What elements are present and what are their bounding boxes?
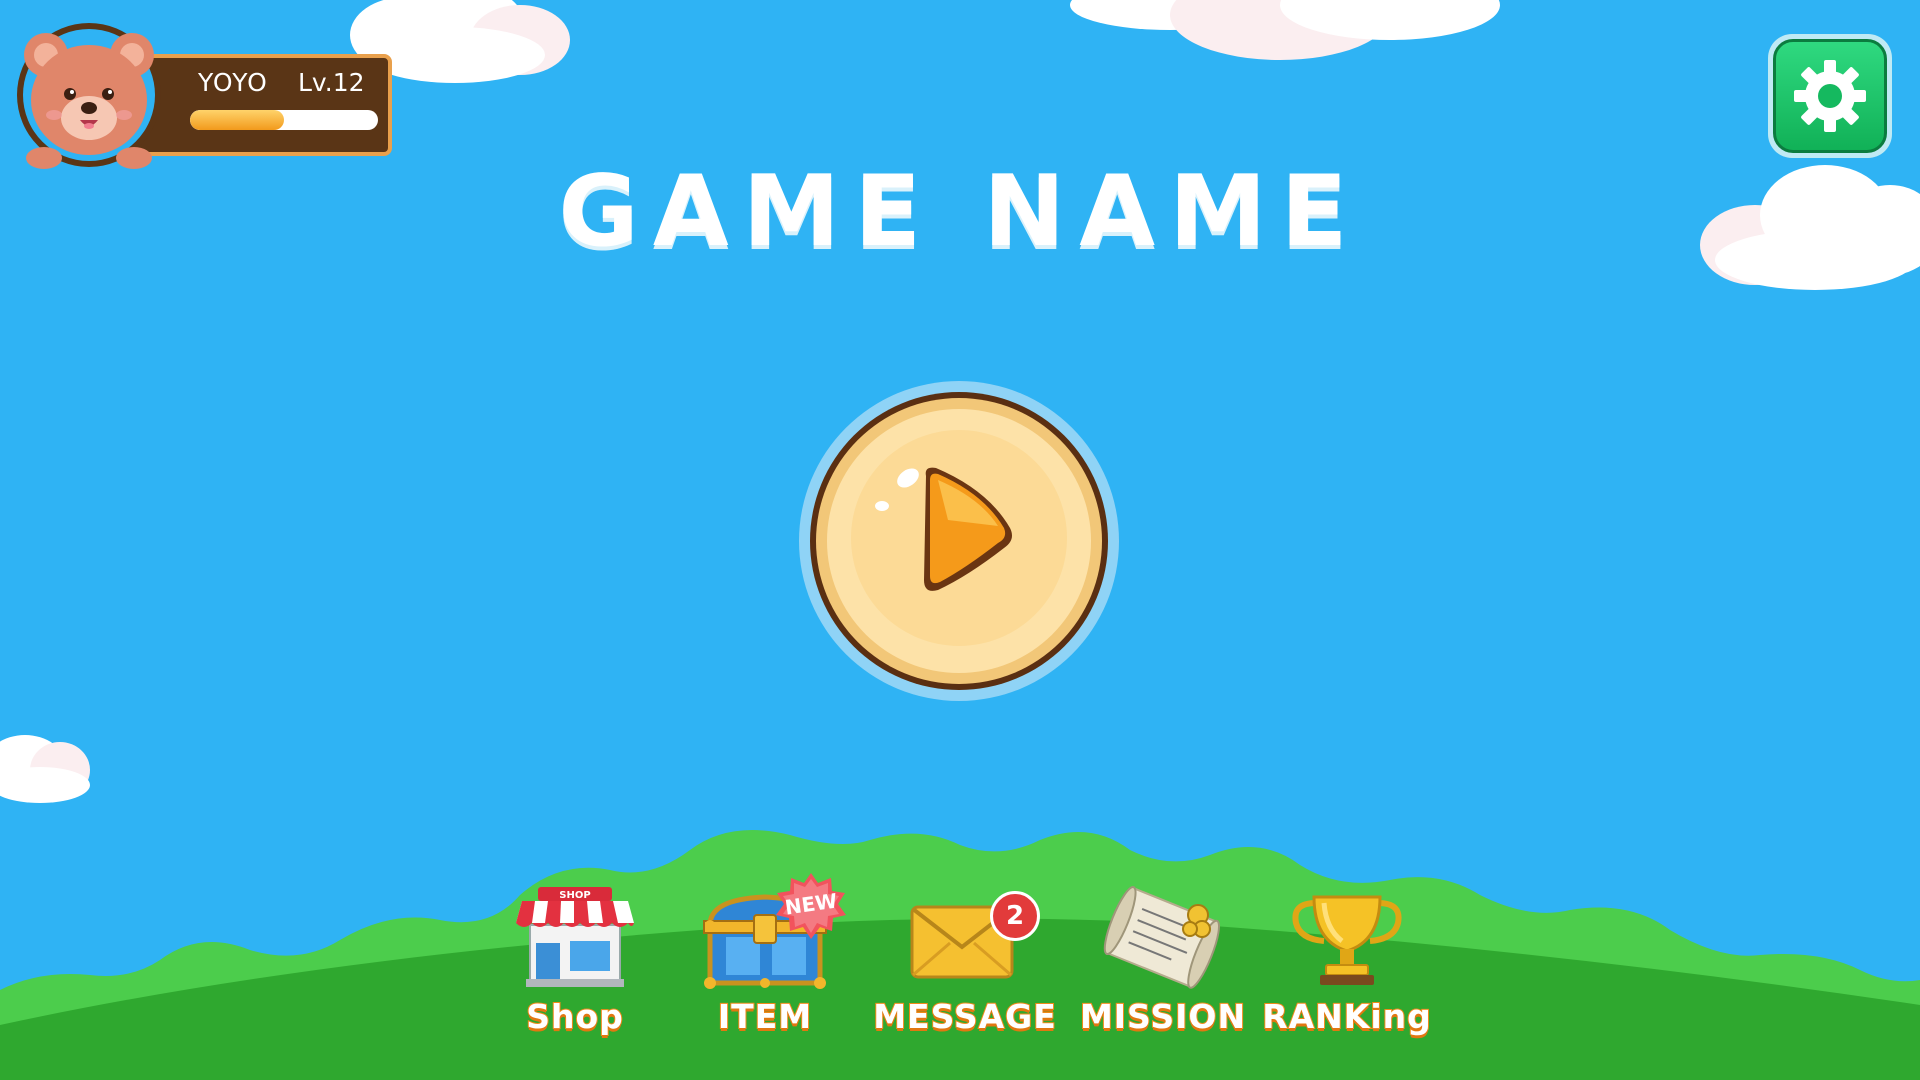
- menu-message-label: MESSAGE: [872, 996, 1057, 1037]
- menu-item-button[interactable]: NEW ITEM: [680, 873, 850, 1045]
- xp-progress-bar: [190, 110, 378, 130]
- play-button[interactable]: [798, 380, 1120, 702]
- profile-plate: YOYO Lv.12: [124, 54, 392, 156]
- xp-progress-fill: [190, 110, 284, 130]
- game-main-menu: YOYO Lv.12 GAME NAME SHOP Shop NEW ITEM …: [0, 0, 1920, 1080]
- trophy-icon: [1292, 895, 1402, 985]
- shop-sign-text: SHOP: [559, 890, 590, 901]
- menu-shop-label: Shop: [525, 996, 624, 1037]
- menu-mission-button[interactable]: MISSION: [1078, 885, 1248, 1045]
- scroll-icon: [1103, 886, 1221, 989]
- game-title: GAME NAME: [558, 155, 1362, 269]
- cloud-top-center: [1070, 0, 1500, 60]
- menu-shop-button[interactable]: SHOP Shop: [490, 885, 660, 1045]
- menu-item-label: ITEM: [717, 996, 813, 1037]
- message-count-badge: 2: [990, 891, 1040, 941]
- menu-ranking-button[interactable]: RANKing: [1261, 885, 1432, 1045]
- player-level: Lv.12: [298, 68, 365, 97]
- player-name: YOYO: [198, 68, 268, 97]
- shop-icon: SHOP: [516, 887, 634, 987]
- bear-avatar-icon: [17, 23, 161, 169]
- gear-icon: [1794, 60, 1866, 132]
- menu-message-button[interactable]: 2 MESSAGE: [872, 885, 1057, 1045]
- menu-mission-label: MISSION: [1079, 996, 1247, 1037]
- menu-ranking-label: RANKing: [1261, 996, 1432, 1037]
- settings-button[interactable]: [1768, 34, 1892, 158]
- settings-button-face: [1773, 39, 1887, 153]
- player-profile[interactable]: YOYO Lv.12: [14, 20, 394, 170]
